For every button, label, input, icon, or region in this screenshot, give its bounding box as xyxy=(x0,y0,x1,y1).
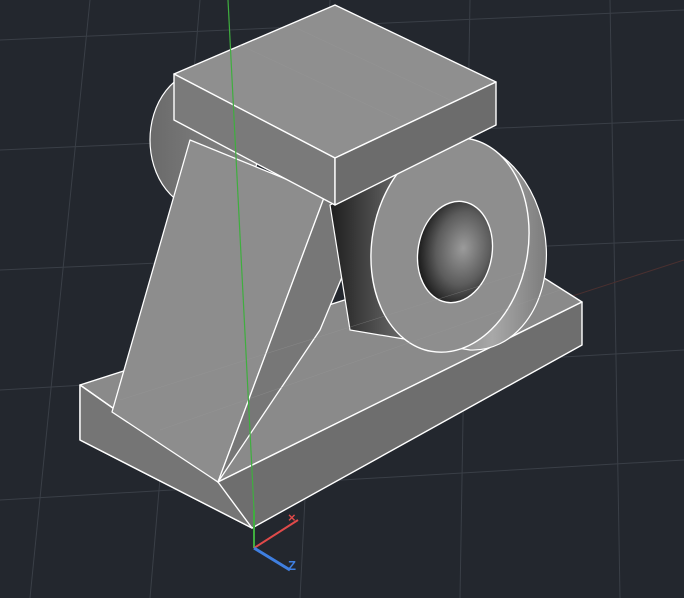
viewport-canvas[interactable]: × Z xyxy=(0,0,684,598)
z-axis-label: Z xyxy=(288,558,296,573)
z-axis-arrow xyxy=(253,546,291,572)
x-axis-marker: × xyxy=(288,510,296,525)
3d-viewport[interactable]: × Z xyxy=(0,0,684,598)
